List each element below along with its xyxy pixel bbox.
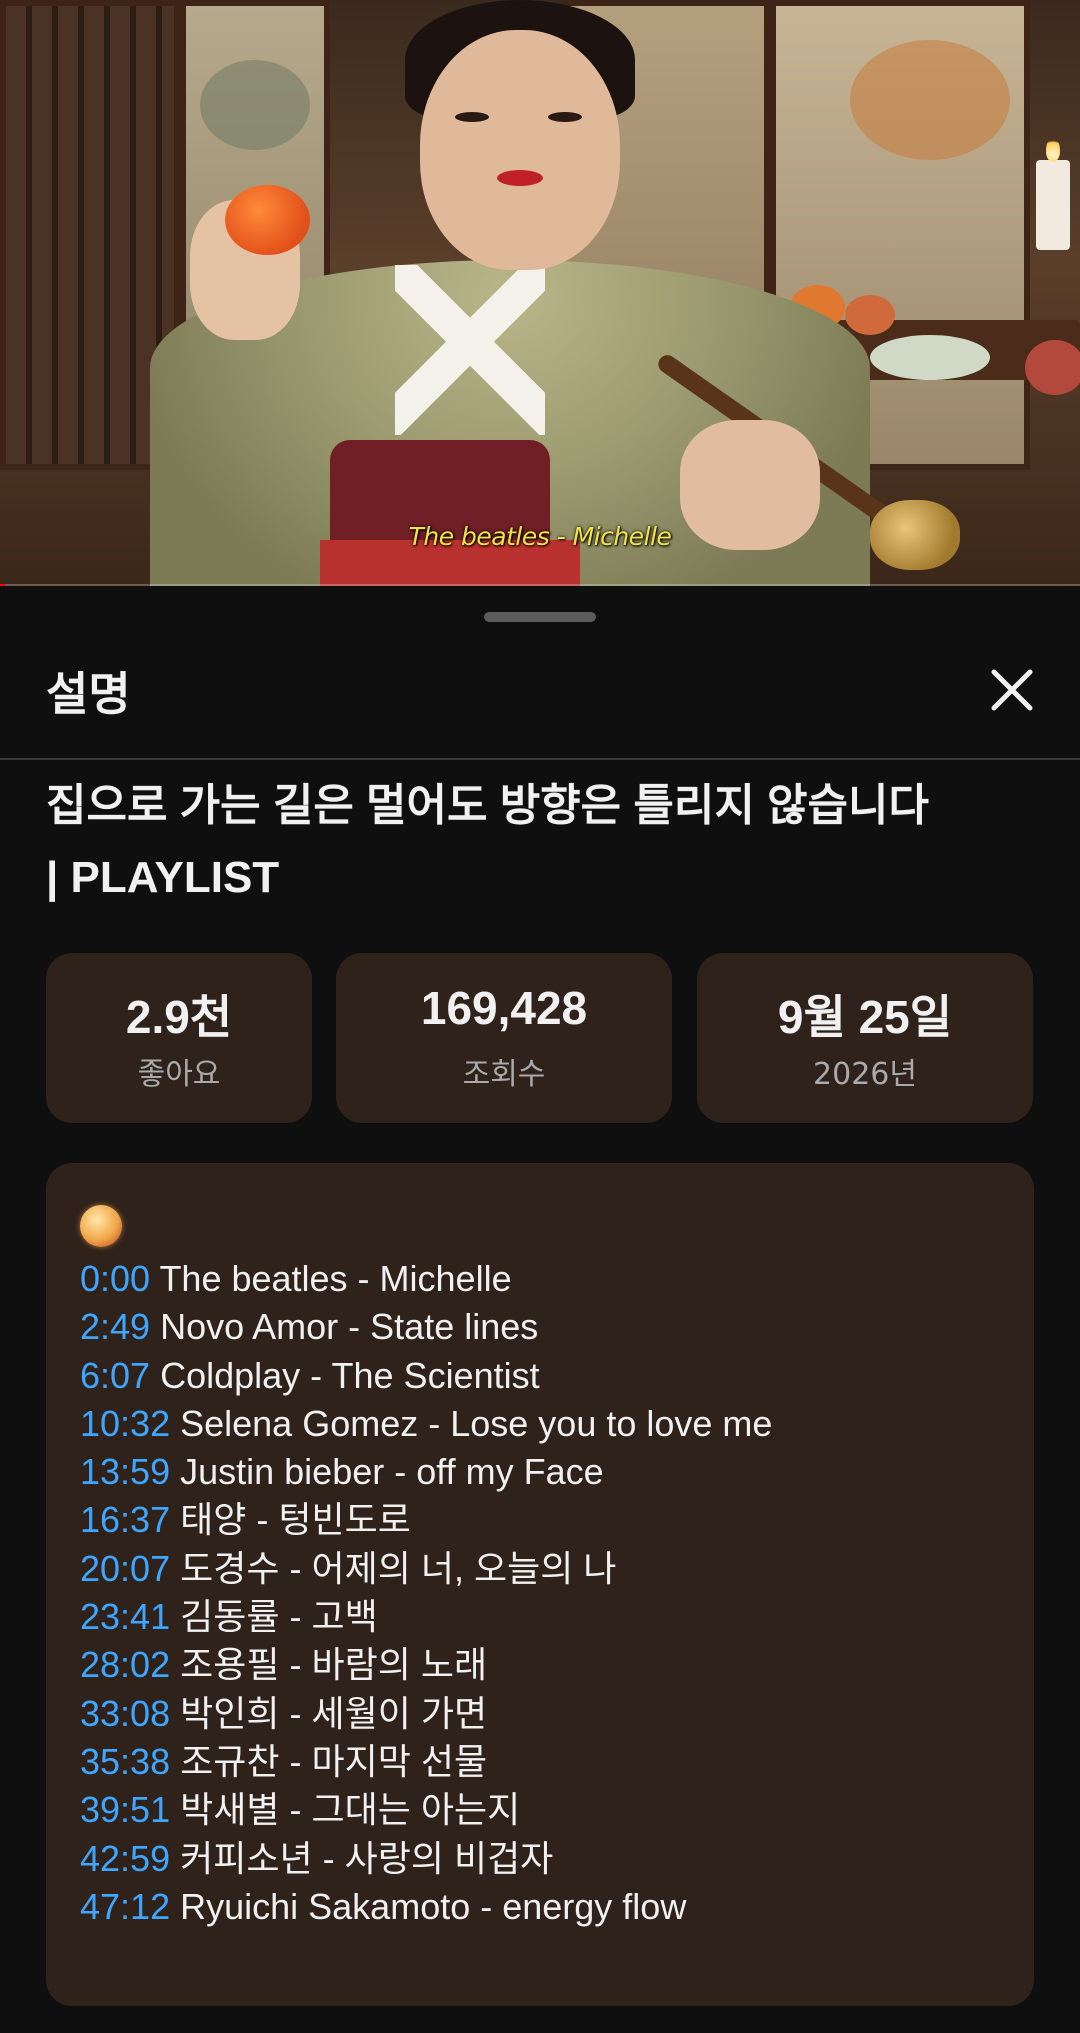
track-title: 태양 - 텅빈도로 xyxy=(180,1499,411,1541)
drag-handle[interactable] xyxy=(484,612,596,622)
painted-tree xyxy=(850,40,1010,160)
close-icon xyxy=(991,669,1033,711)
track-title: 박인희 - 세월이 가면 xyxy=(180,1692,488,1734)
track-row: 6:07 Coldplay - The Scientist xyxy=(80,1352,1020,1400)
timestamp-link[interactable]: 10:32 xyxy=(80,1403,170,1444)
timestamp-link[interactable]: 23:41 xyxy=(80,1596,170,1637)
timestamp-link[interactable]: 42:59 xyxy=(80,1838,170,1879)
track-row: 35:38 조규찬 - 마지막 선물 xyxy=(80,1738,1020,1786)
date-stat: 9월 25일 2026년 xyxy=(697,953,1033,1123)
page: The beatles - Michelle 설명 집으로 가는 길은 멀어도 … xyxy=(0,0,1080,2033)
timestamp-link[interactable]: 47:12 xyxy=(80,1886,170,1927)
track-title: Ryuichi Sakamoto - energy flow xyxy=(180,1885,687,1927)
views-stat: 169,428 조회수 xyxy=(336,953,672,1123)
video-subtitle: The beatles - Michelle xyxy=(408,522,672,551)
track-title: Coldplay - The Scientist xyxy=(160,1354,540,1396)
divider xyxy=(0,758,1080,760)
track-row: 0:00 The beatles - Michelle xyxy=(80,1255,1020,1303)
sheet-title: 설명 xyxy=(46,667,131,721)
video-progress-bar[interactable] xyxy=(0,584,1080,586)
track-title: 조용필 - 바람의 노래 xyxy=(180,1644,488,1686)
persimmon xyxy=(225,185,310,255)
track-title: The beatles - Michelle xyxy=(159,1258,512,1299)
track-row: 42:59 커피소년 - 사랑의 비겁자 xyxy=(80,1835,1020,1883)
track-title: Selena Gomez - Lose you to love me xyxy=(180,1402,773,1444)
description-box: 0:00 The beatles - Michelle 2:49 Novo Amo… xyxy=(46,1163,1034,2006)
track-title: 김동률 - 고백 xyxy=(180,1596,378,1638)
track-row: 39:51 박새별 - 그대는 아는지 xyxy=(80,1786,1020,1834)
track-row: 20:07 도경수 - 어제의 너, 오늘의 나 xyxy=(80,1545,1020,1593)
track-title: Novo Amor - State lines xyxy=(160,1306,539,1348)
views-count: 169,428 xyxy=(420,982,588,1034)
painted-tree xyxy=(200,60,310,150)
likes-count: 2.9천 xyxy=(125,991,233,1043)
track-row: 33:08 박인희 - 세월이 가면 xyxy=(80,1690,1020,1738)
fruit xyxy=(845,295,895,335)
track-title: 조규찬 - 마지막 선물 xyxy=(180,1740,488,1782)
video-title: 집으로 가는 길은 멀어도 방향은 틀리지 않습니다 | PLAYLIST xyxy=(46,770,1036,914)
timestamp-link[interactable]: 35:38 xyxy=(80,1741,170,1782)
track-title: 박새별 - 그대는 아는지 xyxy=(180,1789,521,1831)
video-title-line1: 집으로 가는 길은 멀어도 방향은 틀리지 않습니다 xyxy=(46,781,929,830)
lips xyxy=(497,170,543,186)
track-title: Justin bieber - off my Face xyxy=(180,1451,604,1493)
timestamp-link[interactable]: 39:51 xyxy=(80,1789,170,1830)
timestamp-link[interactable]: 13:59 xyxy=(80,1451,170,1492)
timestamp-link[interactable]: 33:08 xyxy=(80,1693,170,1734)
track-row: 10:32 Selena Gomez - Lose you to love me xyxy=(80,1400,1020,1448)
track-row: 47:12 Ryuichi Sakamoto - energy flow xyxy=(80,1883,1020,1931)
full-moon-emoji xyxy=(80,1205,122,1247)
track-row: 2:49 Novo Amor - State lines xyxy=(80,1303,1020,1351)
candle-flame xyxy=(1046,136,1060,162)
video-title-line2: | PLAYLIST xyxy=(46,853,280,902)
fruit xyxy=(870,335,990,380)
face xyxy=(420,30,620,270)
track-row: 23:41 김동률 - 고백 xyxy=(80,1593,1020,1641)
timestamp-link[interactable]: 28:02 xyxy=(80,1644,170,1685)
upload-date: 9월 25일 xyxy=(777,991,953,1043)
candle xyxy=(1036,160,1070,250)
views-label: 조회수 xyxy=(462,1057,546,1092)
timestamp-link[interactable]: 6:07 xyxy=(80,1355,150,1396)
likes-label: 좋아요 xyxy=(137,1057,221,1092)
close-button[interactable] xyxy=(980,658,1044,722)
video-progress-fill xyxy=(0,584,6,586)
timestamp-link[interactable]: 20:07 xyxy=(80,1548,170,1589)
timestamp-link[interactable]: 0:00 xyxy=(80,1258,150,1299)
timestamp-link[interactable]: 2:49 xyxy=(80,1306,150,1347)
likes-stat: 2.9천 좋아요 xyxy=(46,953,312,1123)
eye xyxy=(455,112,489,122)
fruit xyxy=(1025,340,1080,395)
hanbok-collar xyxy=(395,265,545,435)
tracklist: 0:00 The beatles - Michelle 2:49 Novo Amo… xyxy=(80,1255,1020,1931)
upload-year: 2026년 xyxy=(813,1057,917,1092)
track-row: 13:59 Justin bieber - off my Face xyxy=(80,1448,1020,1496)
timestamp-link[interactable]: 16:37 xyxy=(80,1499,170,1540)
description-sheet: 설명 집으로 가는 길은 멀어도 방향은 틀리지 않습니다 | PLAYLIST… xyxy=(0,588,1080,2033)
eye xyxy=(548,112,582,122)
track-title: 도경수 - 어제의 너, 오늘의 나 xyxy=(180,1547,617,1589)
track-title: 커피소년 - 사랑의 비겁자 xyxy=(180,1837,554,1879)
video-player[interactable]: The beatles - Michelle xyxy=(0,0,1080,586)
track-row: 28:02 조용필 - 바람의 노래 xyxy=(80,1641,1020,1689)
track-row: 16:37 태양 - 텅빈도로 xyxy=(80,1496,1020,1544)
